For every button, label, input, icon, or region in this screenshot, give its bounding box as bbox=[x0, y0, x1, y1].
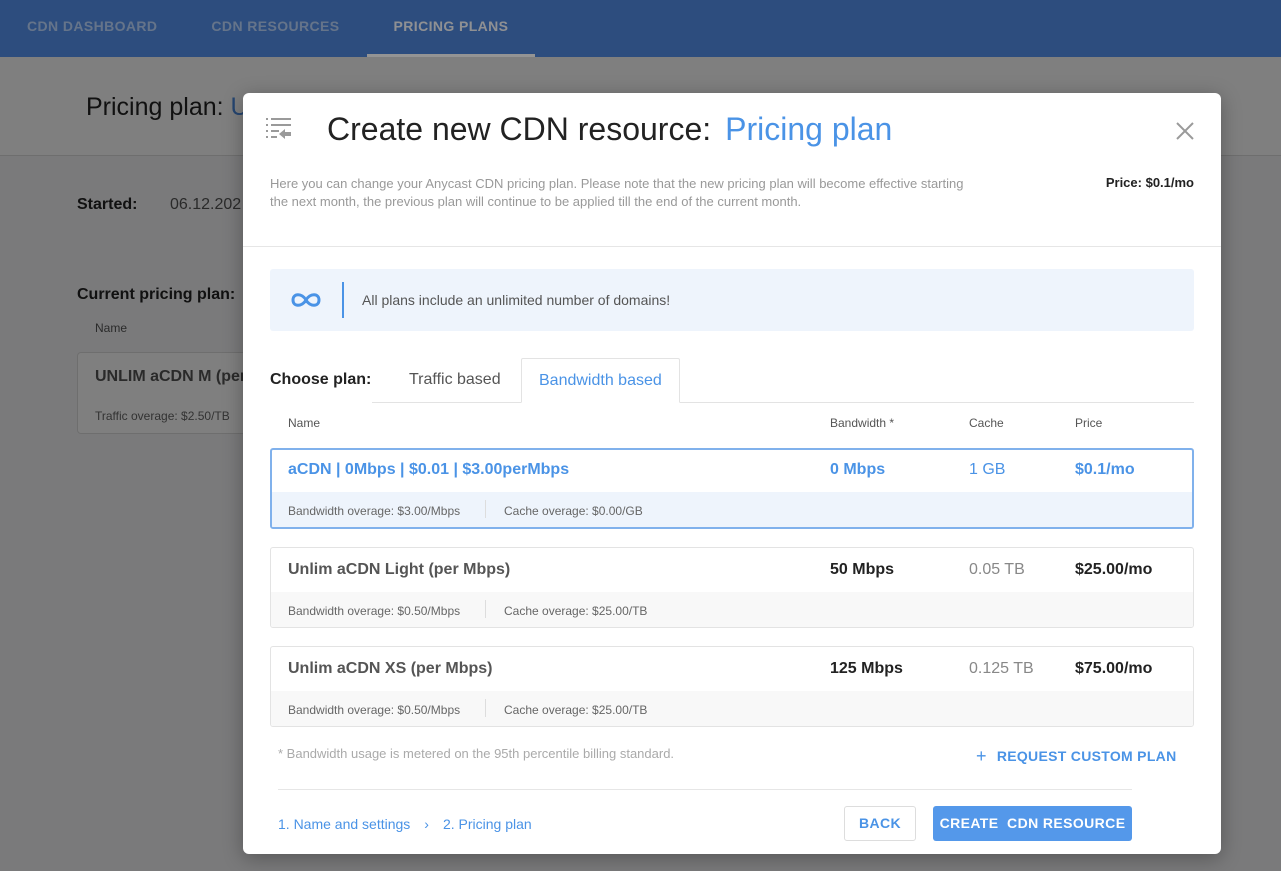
tab-traffic-based[interactable]: Traffic based bbox=[392, 358, 518, 403]
plan-cache: 0.125 TB bbox=[969, 660, 1034, 677]
plan-bandwidth-overage: Bandwidth overage: $0.50/Mbps bbox=[288, 703, 461, 717]
plan-cache: 1 GB bbox=[969, 461, 1006, 478]
footer-divider bbox=[278, 789, 1132, 790]
plan-name: Unlim aCDN Light (per Mbps) bbox=[288, 561, 511, 578]
create-cdn-resource-button[interactable]: CREATE CDN RESOURCE bbox=[933, 806, 1132, 841]
plan-row-main: Unlim aCDN XS (per Mbps) 125 Mbps 0.125 … bbox=[271, 647, 1193, 691]
dialog-description: Here you can change your Anycast CDN pri… bbox=[270, 176, 964, 209]
plan-cache-overage: Cache overage: $25.00/TB bbox=[504, 604, 648, 618]
plan-cache: 0.05 TB bbox=[969, 561, 1025, 578]
plan-name: aCDN | 0Mbps | $0.01 | $3.00perMbps bbox=[288, 461, 570, 478]
step-name-and-settings[interactable]: 1. Name and settings bbox=[278, 816, 410, 832]
details-separator bbox=[485, 699, 486, 717]
dialog-title-text: Create new CDN resource: bbox=[327, 111, 712, 147]
bandwidth-footnote: * Bandwidth usage is metered on the 95th… bbox=[278, 746, 675, 761]
column-header-bandwidth: Bandwidth * bbox=[830, 416, 895, 430]
plan-row-main: Unlim aCDN Light (per Mbps) 50 Mbps 0.05… bbox=[271, 548, 1193, 592]
info-text: All plans include an unlimited number of… bbox=[362, 292, 671, 308]
step-pricing-plan[interactable]: 2. Pricing plan bbox=[443, 816, 532, 832]
plan-row[interactable]: Unlim aCDN XS (per Mbps) 125 Mbps 0.125 … bbox=[270, 646, 1194, 727]
request-custom-plan-button[interactable]: + REQUEST CUSTOM PLAN bbox=[976, 745, 1177, 766]
plan-row[interactable]: Unlim aCDN Light (per Mbps) 50 Mbps 0.05… bbox=[270, 547, 1194, 628]
request-custom-plan-label: REQUEST CUSTOM PLAN bbox=[996, 748, 1177, 764]
infinity-icon bbox=[291, 293, 321, 307]
plan-row-selected[interactable]: aCDN | 0Mbps | $0.01 | $3.00perMbps 0 Mb… bbox=[270, 448, 1194, 529]
dialog-title: Create new CDN resource: Pricing plan bbox=[327, 111, 892, 148]
details-separator bbox=[485, 500, 486, 518]
column-header-price: Price bbox=[1075, 416, 1103, 430]
plan-bandwidth: 50 Mbps bbox=[830, 561, 895, 578]
plan-bandwidth-overage: Bandwidth overage: $0.50/Mbps bbox=[288, 604, 461, 618]
plan-name: Unlim aCDN XS (per Mbps) bbox=[288, 660, 493, 677]
plan-cache-overage: Cache overage: $25.00/TB bbox=[504, 703, 648, 717]
column-header-name: Name bbox=[288, 416, 321, 430]
details-separator bbox=[485, 600, 486, 618]
header-divider bbox=[243, 246, 1221, 247]
info-separator bbox=[342, 282, 344, 318]
plan-row-details: Bandwidth overage: $0.50/Mbps Cache over… bbox=[271, 691, 1193, 726]
selected-price: Price: $0.1/mo bbox=[1105, 175, 1194, 190]
create-cdn-resource-dialog: Create new CDN resource: Pricing plan Her… bbox=[243, 93, 1221, 854]
plan-row-main: aCDN | 0Mbps | $0.01 | $3.00perMbps 0 Mb… bbox=[272, 450, 1192, 494]
close-icon[interactable] bbox=[1173, 119, 1197, 143]
tab-bandwidth-based[interactable]: Bandwidth based bbox=[521, 358, 680, 403]
plan-bandwidth: 0 Mbps bbox=[830, 461, 886, 478]
plan-row-details: Bandwidth overage: $3.00/Mbps Cache over… bbox=[272, 492, 1192, 527]
top-navigation: CDN DASHBOARD CDN RESOURCES PRICING PLAN… bbox=[0, 0, 1281, 57]
plan-row-details: Bandwidth overage: $0.50/Mbps Cache over… bbox=[271, 592, 1193, 627]
nav-tab-cdn-dashboard[interactable]: CDN DASHBOARD bbox=[0, 0, 184, 57]
plan-bandwidth-overage: Bandwidth overage: $3.00/Mbps bbox=[288, 504, 461, 518]
wizard-steps: 1. Name and settings › 2. Pricing plan bbox=[278, 816, 532, 832]
plus-icon: + bbox=[976, 746, 987, 766]
plan-cache-overage: Cache overage: $0.00/GB bbox=[504, 504, 643, 518]
nav-tab-pricing-plans[interactable]: PRICING PLANS bbox=[366, 0, 536, 57]
plan-bandwidth: 125 Mbps bbox=[830, 660, 903, 677]
plan-price: $25.00/mo bbox=[1075, 561, 1153, 578]
chevron-right-icon: › bbox=[424, 816, 429, 832]
playlist-back-icon bbox=[266, 118, 291, 139]
plan-price: $75.00/mo bbox=[1075, 660, 1153, 677]
plan-price: $0.1/mo bbox=[1075, 461, 1135, 478]
choose-plan-label: Choose plan: bbox=[270, 371, 372, 388]
info-banner: All plans include an unlimited number of… bbox=[270, 269, 1194, 331]
dialog-title-step: Pricing plan bbox=[725, 111, 893, 147]
nav-tab-cdn-resources[interactable]: CDN RESOURCES bbox=[184, 0, 366, 57]
column-header-cache: Cache bbox=[969, 416, 1004, 430]
back-button[interactable]: BACK bbox=[844, 806, 916, 841]
